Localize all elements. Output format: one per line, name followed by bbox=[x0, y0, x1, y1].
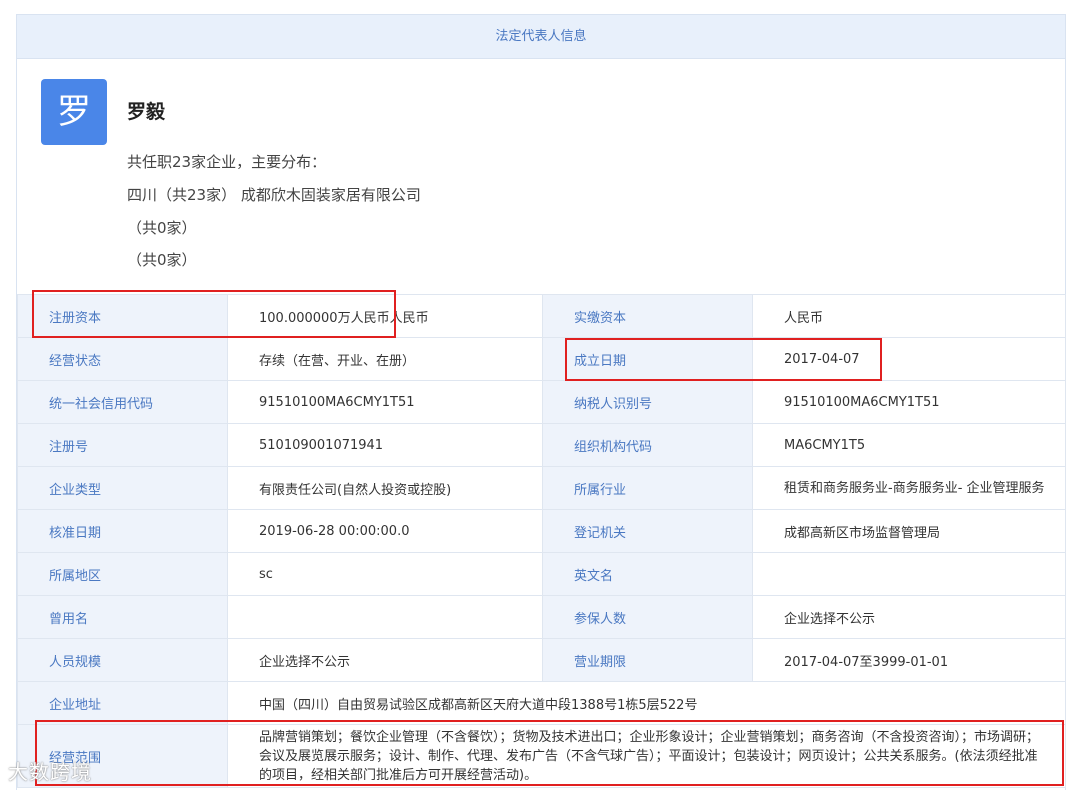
company-info-table: 注册资本 100.000000万人民币人民币 实缴资本 人民币 经营状态 存续（… bbox=[17, 294, 1066, 788]
table-row: 经营状态 存续（在营、开业、在册） 成立日期 2017-04-07 bbox=[17, 337, 1066, 381]
field-label: 组织机构代码 bbox=[542, 423, 753, 467]
field-label: 曾用名 bbox=[17, 595, 228, 639]
field-label: 营业期限 bbox=[542, 638, 753, 682]
person-distribution-line: （共0家） bbox=[127, 219, 197, 237]
field-value: 510109001071941 bbox=[227, 423, 543, 467]
field-value: 企业选择不公示 bbox=[227, 638, 543, 682]
field-value bbox=[752, 552, 1066, 596]
field-value: sc bbox=[227, 552, 543, 596]
field-value: 2019-06-28 00:00:00.0 bbox=[227, 509, 543, 553]
table-row: 企业类型 有限责任公司(自然人投资或控股) 所属行业 租赁和商务服务业-商务服务… bbox=[17, 466, 1066, 510]
highlight-business-scope bbox=[35, 720, 1064, 786]
field-label: 英文名 bbox=[542, 552, 753, 596]
field-value: 91510100MA6CMY1T51 bbox=[227, 380, 543, 424]
field-label: 纳税人识别号 bbox=[542, 380, 753, 424]
field-label: 参保人数 bbox=[542, 595, 753, 639]
person-card: 罗 罗毅 共任职23家企业，主要分布： 四川（共23家） 成都欣木固装家居有限公… bbox=[17, 59, 1065, 295]
field-value: MA6CMY1T5 bbox=[752, 423, 1066, 467]
person-name[interactable]: 罗毅 bbox=[127, 97, 165, 124]
field-value bbox=[227, 595, 543, 639]
field-value: 2017-04-07至3999-01-01 bbox=[752, 638, 1066, 682]
legal-representative-panel: 法定代表人信息 罗 罗毅 共任职23家企业，主要分布： 四川（共23家） 成都欣… bbox=[16, 14, 1066, 790]
field-label: 统一社会信用代码 bbox=[17, 380, 228, 424]
field-value: 成都高新区市场监督管理局 bbox=[752, 509, 1066, 553]
field-label: 经营状态 bbox=[17, 337, 228, 381]
table-row: 注册号 510109001071941 组织机构代码 MA6CMY1T5 bbox=[17, 423, 1066, 467]
company-address: 中国（四川）自由贸易试验区成都高新区天府大道中段1388号1栋5层522号 bbox=[227, 681, 1066, 725]
highlight-establish-date bbox=[565, 338, 882, 381]
table-row: 曾用名 参保人数 企业选择不公示 bbox=[17, 595, 1066, 639]
field-value: 企业选择不公示 bbox=[752, 595, 1066, 639]
person-distribution-line: （共0家） bbox=[127, 251, 197, 269]
table-row: 企业地址 中国（四川）自由贸易试验区成都高新区天府大道中段1388号1栋5层52… bbox=[17, 681, 1066, 725]
field-label: 所属地区 bbox=[17, 552, 228, 596]
avatar: 罗 bbox=[41, 79, 107, 145]
field-label: 登记机关 bbox=[542, 509, 753, 553]
person-summary: 共任职23家企业，主要分布： bbox=[127, 153, 327, 171]
field-value: 有限责任公司(自然人投资或控股) bbox=[227, 466, 543, 510]
table-row: 所属地区 sc 英文名 bbox=[17, 552, 1066, 596]
field-label: 实缴资本 bbox=[542, 294, 753, 338]
field-label: 人员规模 bbox=[17, 638, 228, 682]
field-label: 企业地址 bbox=[17, 681, 228, 725]
watermark-logo: 大数跨境 bbox=[8, 760, 92, 784]
field-label: 企业类型 bbox=[17, 466, 228, 510]
person-distribution-line[interactable]: 四川（共23家） 成都欣木固装家居有限公司 bbox=[127, 184, 421, 205]
field-label: 注册号 bbox=[17, 423, 228, 467]
table-row: 统一社会信用代码 91510100MA6CMY1T51 纳税人识别号 91510… bbox=[17, 380, 1066, 424]
field-value: 存续（在营、开业、在册） bbox=[227, 337, 543, 381]
table-row: 核准日期 2019-06-28 00:00:00.0 登记机关 成都高新区市场监… bbox=[17, 509, 1066, 553]
field-label: 核准日期 bbox=[17, 509, 228, 553]
field-value: 租赁和商务服务业-商务服务业- 企业管理服务 bbox=[752, 466, 1066, 510]
field-label: 所属行业 bbox=[542, 466, 753, 510]
table-row: 人员规模 企业选择不公示 营业期限 2017-04-07至3999-01-01 bbox=[17, 638, 1066, 682]
highlight-registered-capital bbox=[32, 290, 396, 338]
field-value: 91510100MA6CMY1T51 bbox=[752, 380, 1066, 424]
panel-title: 法定代表人信息 bbox=[17, 15, 1065, 59]
field-value: 人民币 bbox=[752, 294, 1066, 338]
